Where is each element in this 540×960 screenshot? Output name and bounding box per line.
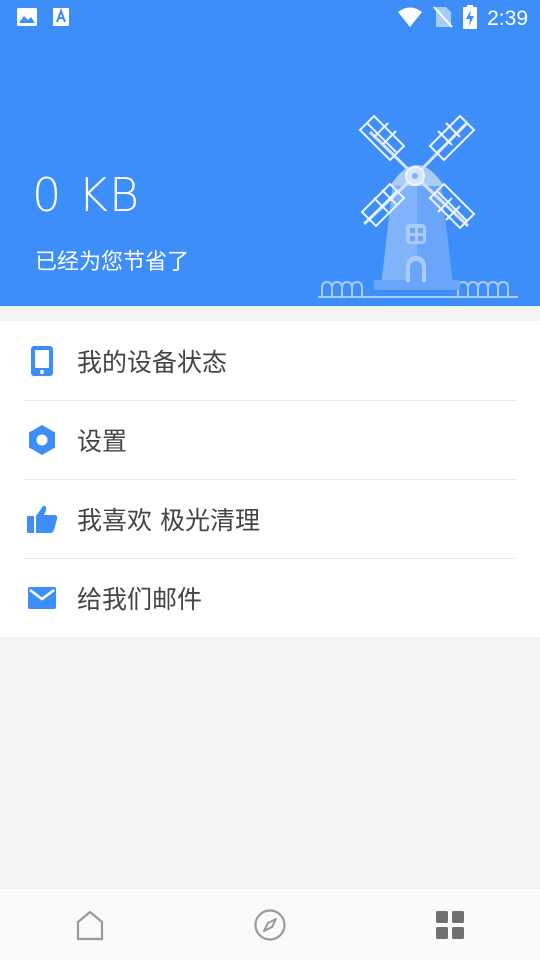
wifi-icon — [397, 6, 423, 32]
menu-item-settings[interactable]: 设置 — [0, 400, 540, 479]
mail-icon — [26, 582, 58, 614]
bottom-nav — [0, 888, 540, 960]
menu-item-like-app[interactable]: 我喜欢 极光清理 — [0, 479, 540, 558]
thumbs-up-icon — [26, 503, 58, 535]
menu-item-device-status[interactable]: 我的设备状态 — [0, 321, 540, 400]
image-icon — [16, 7, 38, 31]
grid-icon[interactable] — [432, 907, 468, 943]
compass-icon[interactable] — [252, 907, 288, 943]
saved-amount: 0 KB — [32, 168, 141, 222]
text-a-icon — [52, 7, 70, 31]
menu-item-label: 设置 — [77, 426, 128, 456]
home-icon[interactable] — [72, 907, 108, 943]
no-sim-icon — [433, 5, 453, 33]
phone-icon — [26, 345, 58, 377]
menu-item-label: 我的设备状态 — [77, 347, 228, 377]
menu-item-label: 我喜欢 极光清理 — [77, 505, 260, 535]
menu-item-email-us[interactable]: 给我们邮件 — [0, 558, 540, 637]
menu-list: 我的设备状态 设置 我喜欢 极光清理 给我们邮件 — [0, 321, 540, 637]
saved-caption: 已经为您节省了 — [35, 250, 190, 275]
battery-charging-icon — [463, 5, 478, 33]
status-time: 2:39 — [487, 7, 528, 30]
status-bar: 2:39 — [0, 0, 540, 36]
header-banner: 2:39 0 KB 已经为您节省了 — [0, 0, 540, 306]
menu-item-label: 给我们邮件 — [77, 584, 203, 614]
settings-hexagon-icon — [26, 424, 58, 456]
windmill-illustration — [318, 114, 518, 298]
